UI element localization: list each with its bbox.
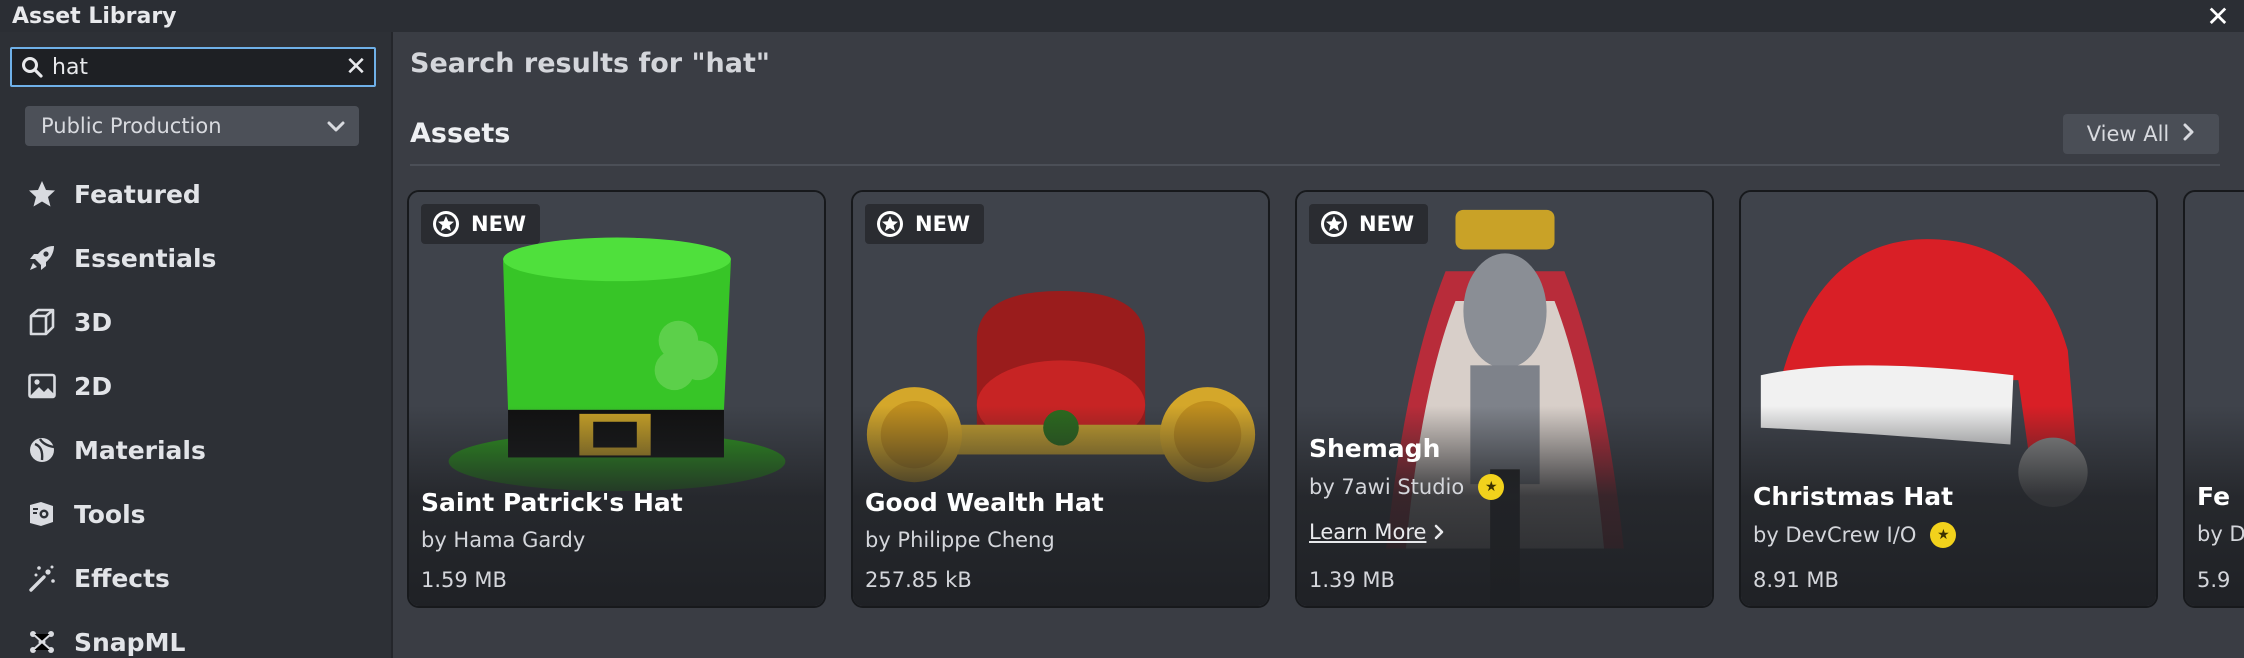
nav-item-label: Effects xyxy=(74,563,170,593)
view-all-label: View All xyxy=(2086,122,2170,146)
asset-author-label: by Hama Gardy xyxy=(421,528,586,552)
view-all-button[interactable]: View All xyxy=(2063,114,2219,154)
sidebar: hat ✕ Public Production Featured Essenti… xyxy=(0,32,393,658)
asset-author-label: by 7awi Studio xyxy=(1309,475,1465,499)
asset-size: 257.85 kB xyxy=(865,568,972,592)
learn-more-label: Learn More xyxy=(1309,520,1427,544)
asset-author: by 7awi Studio ★ xyxy=(1309,474,1505,500)
nav-item-2d[interactable]: 2D xyxy=(0,354,391,418)
effects-icon xyxy=(24,560,60,596)
cube-icon xyxy=(24,304,60,340)
nav-item-label: 3D xyxy=(74,307,113,337)
nav-item-label: 2D xyxy=(74,371,113,401)
source-dropdown-value: Public Production xyxy=(41,114,222,138)
section-divider xyxy=(410,164,2220,166)
close-icon[interactable]: ✕ xyxy=(2202,0,2234,33)
nav-item-label: Tools xyxy=(74,499,146,529)
tools-icon xyxy=(24,496,60,532)
asset-name: Saint Patrick's Hat xyxy=(421,488,683,517)
asset-name: Good Wealth Hat xyxy=(865,488,1104,517)
window-title: Asset Library xyxy=(12,3,177,29)
new-badge-label: NEW xyxy=(915,212,971,236)
search-input[interactable]: hat xyxy=(52,55,338,80)
nav-item-tools[interactable]: Tools xyxy=(0,482,391,546)
verified-badge-icon: ★ xyxy=(1930,522,1957,548)
materials-icon xyxy=(24,432,60,468)
new-badge: NEW xyxy=(421,204,541,244)
star-icon xyxy=(24,176,60,212)
learn-more-link[interactable]: Learn More xyxy=(1309,520,1444,544)
asset-carousel: NEW Saint Patrick's Hat by Hama Gardy 1.… xyxy=(407,190,2244,610)
rocket-icon xyxy=(24,240,60,276)
asset-author-label: by D xyxy=(2197,522,2244,546)
asset-card[interactable]: NEW Shemagh by 7awi Studio ★ Learn More … xyxy=(1295,190,1714,608)
asset-author: by D xyxy=(2197,522,2244,546)
title-bar: Asset Library ✕ xyxy=(0,0,2244,33)
asset-name: Shemagh xyxy=(1309,434,1441,463)
clear-search-icon[interactable]: ✕ xyxy=(338,49,374,85)
nav-item-snapml[interactable]: SnapML xyxy=(0,610,391,658)
new-badge-label: NEW xyxy=(471,212,527,236)
nav-item-label: SnapML xyxy=(74,627,186,657)
nav-item-essentials[interactable]: Essentials xyxy=(0,226,391,290)
chevron-right-icon xyxy=(2183,122,2195,146)
nav-item-3d[interactable]: 3D xyxy=(0,290,391,354)
search-box[interactable]: hat ✕ xyxy=(10,47,376,87)
asset-size: 5.9 xyxy=(2197,568,2231,592)
image-icon xyxy=(24,368,60,404)
new-badge-icon xyxy=(877,211,903,237)
chevron-right-icon xyxy=(1435,524,1444,540)
new-badge-icon xyxy=(1321,211,1347,237)
new-badge: NEW xyxy=(865,204,985,244)
nav-item-label: Featured xyxy=(74,179,201,209)
search-icon xyxy=(12,56,52,78)
asset-size: 1.39 MB xyxy=(1309,568,1395,592)
main-panel: Search results for "hat" Assets View All xyxy=(395,32,2244,658)
asset-card[interactable]: NEW Good Wealth Hat by Philippe Cheng 25… xyxy=(851,190,1270,608)
verified-badge-icon: ★ xyxy=(1478,474,1505,500)
search-results-title: Search results for "hat" xyxy=(410,48,770,79)
category-nav: Featured Essentials 3D 2D Materials Tool… xyxy=(0,162,391,658)
nav-item-materials[interactable]: Materials xyxy=(0,418,391,482)
new-badge: NEW xyxy=(1309,204,1429,244)
asset-name: Christmas Hat xyxy=(1753,482,1954,511)
asset-author: by Philippe Cheng xyxy=(865,528,1055,552)
asset-author-label: by DevCrew I/O xyxy=(1753,523,1917,547)
asset-author: by Hama Gardy xyxy=(421,528,585,552)
snapml-icon xyxy=(24,624,60,658)
asset-size: 8.91 MB xyxy=(1753,568,1839,592)
asset-size: 1.59 MB xyxy=(421,568,507,592)
nav-item-label: Essentials xyxy=(74,243,217,273)
asset-card[interactable]: NEW Saint Patrick's Hat by Hama Gardy 1.… xyxy=(407,190,826,608)
nav-item-effects[interactable]: Effects xyxy=(0,546,391,610)
asset-name: Fe xyxy=(2197,482,2231,511)
asset-card[interactable]: Fe by D 5.9 xyxy=(2183,190,2244,608)
section-title-assets: Assets xyxy=(410,118,511,149)
new-badge-icon xyxy=(433,211,459,237)
nav-item-featured[interactable]: Featured xyxy=(0,162,391,226)
asset-card[interactable]: Christmas Hat by DevCrew I/O ★ 8.91 MB xyxy=(1739,190,2158,608)
asset-author: by DevCrew I/O ★ xyxy=(1753,522,1957,548)
chevron-down-icon xyxy=(327,114,345,138)
source-dropdown[interactable]: Public Production xyxy=(25,106,359,146)
new-badge-label: NEW xyxy=(1359,212,1415,236)
nav-item-label: Materials xyxy=(74,435,206,465)
asset-author-label: by Philippe Cheng xyxy=(865,528,1055,552)
